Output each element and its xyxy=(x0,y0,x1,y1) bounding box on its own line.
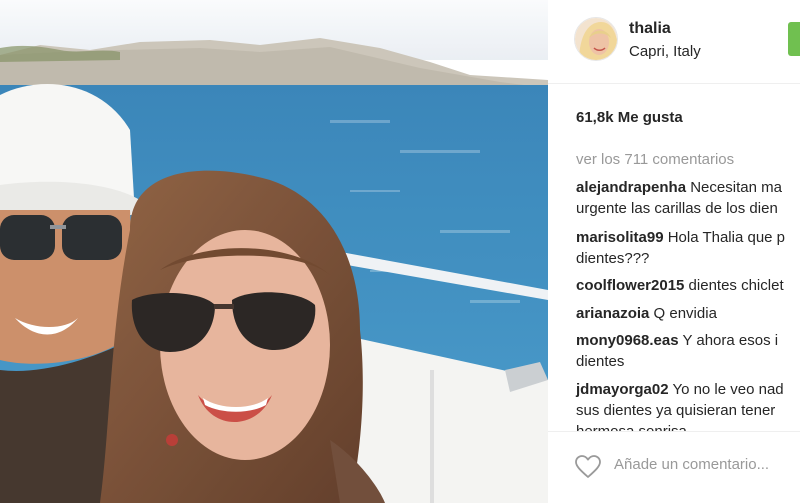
comment-username[interactable]: alejandrapenha xyxy=(576,179,686,196)
avatar-image xyxy=(575,18,617,60)
comment-line: marisolita99 Hola Thalia que p xyxy=(576,227,800,248)
comment-username[interactable]: jdmayorga02 xyxy=(576,381,669,398)
add-comment-input[interactable]: Añade un comentario... xyxy=(614,456,769,473)
post-header: thalia Capri, Italy xyxy=(548,0,800,84)
comment-text: Y ahora esos i xyxy=(678,332,779,349)
selfie-photo-illustration xyxy=(0,0,548,503)
comment-text-continued: urgente las carillas de los dien xyxy=(576,200,778,217)
comment-text-continued: dientes xyxy=(576,353,625,370)
comment-username[interactable]: mony0968.eas xyxy=(576,332,679,349)
comment-text-continued: hermosa sonrisa xyxy=(576,423,687,432)
comment-item: alejandrapenha Necesitan ma urgente las … xyxy=(576,177,800,219)
comment-line: alejandrapenha Necesitan ma xyxy=(576,177,800,198)
comment-footer: Añade un comentario... xyxy=(548,432,800,503)
comment-text: Yo no le veo nad xyxy=(668,381,784,398)
likes-count[interactable]: 61,8k Me gusta xyxy=(576,109,683,126)
comment-text-continued: dientes??? xyxy=(576,250,650,267)
comment-line: arianazoia Q envidia xyxy=(576,303,800,324)
comment-item: mony0968.eas Y ahora esos i dientes xyxy=(576,330,800,372)
comment-username[interactable]: arianazoia xyxy=(576,305,649,322)
comment-line: jdmayorga02 Yo no le veo nad xyxy=(576,379,800,400)
view-all-comments-link[interactable]: ver los 711 comentarios xyxy=(576,151,734,168)
post-location[interactable]: Capri, Italy xyxy=(629,43,701,60)
comment-item: arianazoia Q envidia xyxy=(576,303,800,324)
avatar[interactable] xyxy=(574,17,618,61)
comment-text-continued: sus dientes ya quisieran tener xyxy=(576,402,776,419)
comment-item: marisolita99 Hola Thalia que p dientes??… xyxy=(576,227,800,269)
comment-username[interactable]: coolflower2015 xyxy=(576,277,684,294)
comments-list[interactable]: ver los 711 comentarios alejandrapenha N… xyxy=(548,140,800,432)
comment-text: Hola Thalia que p xyxy=(663,229,786,246)
comment-line: mony0968.eas Y ahora esos i xyxy=(576,330,800,351)
post-side-panel: thalia Capri, Italy 61,8k Me gusta ver l… xyxy=(548,0,800,503)
comment-username[interactable]: marisolita99 xyxy=(576,229,664,246)
post-photo[interactable] xyxy=(0,0,548,503)
comment-item: jdmayorga02 Yo no le veo nad sus dientes… xyxy=(576,379,800,432)
comment-line: coolflower2015 dientes chiclet xyxy=(576,275,800,296)
comment-item: coolflower2015 dientes chiclet xyxy=(576,275,800,296)
comment-text: Necesitan ma xyxy=(686,179,782,196)
comment-text: dientes chiclet xyxy=(684,277,784,294)
heart-outline-icon[interactable] xyxy=(575,455,601,479)
follow-button[interactable] xyxy=(788,22,800,56)
comment-text: Q envidia xyxy=(649,305,717,322)
post-username[interactable]: thalia xyxy=(629,20,671,38)
